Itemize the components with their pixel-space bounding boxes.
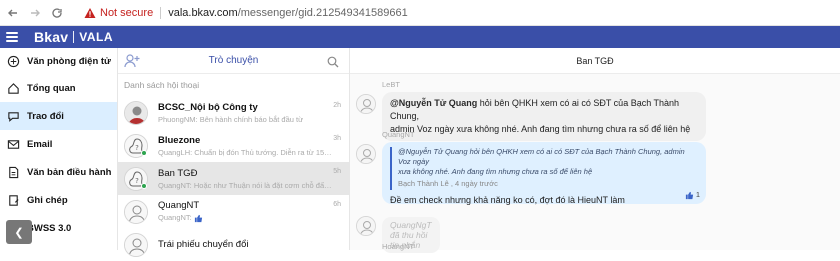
conversation-name: Ban TGĐ bbox=[158, 167, 198, 179]
conversation-item[interactable]: QuangNT QuangNT: 6h bbox=[118, 195, 349, 228]
app-header: Bkav VALA bbox=[0, 26, 840, 48]
sidebar-item-notes[interactable]: Ghi chép bbox=[0, 186, 117, 214]
mention[interactable]: @Nguyễn Tử Quang bbox=[390, 98, 477, 108]
warning-triangle-icon bbox=[84, 7, 96, 18]
home-icon bbox=[6, 81, 20, 95]
avatar bbox=[356, 216, 376, 236]
conversation-name: QuangNT bbox=[158, 200, 200, 212]
sidebar: Văn phòng điện tử Tổng quan Trao đổi Ema… bbox=[0, 48, 118, 250]
security-label: Not secure bbox=[100, 6, 154, 19]
conversation-item[interactable]: Trái phiếu chuyển đổi bbox=[118, 228, 349, 261]
svg-text:?: ? bbox=[135, 177, 139, 185]
product-name: VALA bbox=[79, 30, 114, 44]
chat-title: Ban TGĐ bbox=[350, 48, 840, 74]
conversation-preview: QuangLH: Chuẩn bị đón Thủ tướng. Diễn ra… bbox=[158, 147, 334, 157]
sidebar-item-label: Ghi chép bbox=[27, 194, 68, 206]
mail-icon bbox=[6, 137, 20, 151]
message-list[interactable]: LeBT @Nguyễn Tử Quang hỏi bên QHKH xem c… bbox=[350, 74, 840, 253]
document-icon bbox=[6, 165, 20, 179]
quoted-message[interactable]: @Nguyễn Tử Quang hỏi bên QHKH xem có ai … bbox=[390, 147, 698, 190]
sidebar-item-discussion[interactable]: Trao đổi bbox=[0, 102, 117, 130]
conversation-name: BCSC_Nội bộ Công ty bbox=[158, 101, 258, 113]
message-bubble[interactable]: @Nguyễn Tử Quang hỏi bên QHKH xem có ai … bbox=[382, 92, 706, 142]
sidebar-item-label: Trao đổi bbox=[27, 110, 64, 122]
quoted-text: @Nguyễn Tử Quang hỏi bên QHKH xem có ai … bbox=[398, 147, 685, 167]
conversation-time: 2h bbox=[333, 102, 341, 109]
svg-text:?: ? bbox=[135, 144, 139, 152]
sidebar-item-label: Tổng quan bbox=[27, 82, 76, 94]
brand-name: Bkav bbox=[34, 29, 69, 45]
browser-address-bar: Not secure vala.bkav.com/messenger/gid.2… bbox=[0, 0, 840, 26]
sidebar-item-label: BWSS 3.0 bbox=[27, 222, 72, 234]
sidebar-item-label: Email bbox=[27, 138, 53, 150]
conversation-preview-row: QuangNT: bbox=[158, 213, 334, 223]
sidebar-item-overview[interactable]: Tổng quan bbox=[0, 74, 117, 102]
conversation-header: Trò chuyện bbox=[118, 48, 349, 74]
search-icon[interactable] bbox=[327, 55, 339, 68]
url-field[interactable]: vala.bkav.com/messenger/gid.212549341589… bbox=[168, 7, 408, 19]
url-path: /messenger/gid.212549341589661 bbox=[237, 6, 408, 19]
sidebar-item-label: Văn phòng điện tử bbox=[27, 55, 111, 67]
reaction-badge[interactable]: 1 bbox=[685, 190, 700, 201]
reaction-count: 1 bbox=[695, 190, 700, 200]
conversation-preview: PhuongNM: Bên hành chính báo bắt đầu từ bbox=[158, 114, 304, 124]
quoted-source: Bạch Thành Lê , 4 ngày trước bbox=[398, 179, 498, 189]
message-sender: LeBT bbox=[382, 80, 400, 89]
message-bubble[interactable]: @Nguyễn Tử Quang hỏi bên QHKH xem có ai … bbox=[382, 142, 706, 205]
conversation-item-active[interactable]: ? Ban TGĐ QuangNT: Hoặc như Thuận nói là… bbox=[118, 162, 349, 195]
conversation-name: Trái phiếu chuyển đổi bbox=[158, 239, 249, 250]
thumbs-up-icon bbox=[194, 214, 202, 222]
conversation-item[interactable]: BCSC_Nội bộ Công ty PhuongNM: Bên hành c… bbox=[118, 96, 349, 129]
online-indicator bbox=[141, 150, 147, 156]
avatar bbox=[356, 94, 376, 114]
note-icon bbox=[6, 193, 20, 207]
section-label: Danh sách hội thoại bbox=[124, 80, 200, 90]
url-separator bbox=[160, 6, 162, 19]
conversation-panel: Trò chuyện Danh sách hội thoại BCSC_Nội … bbox=[118, 48, 350, 257]
sidebar-item-email[interactable]: Email bbox=[0, 130, 117, 158]
avatar bbox=[124, 199, 148, 224]
arrow-right-icon[interactable] bbox=[26, 4, 44, 22]
message-text: Đề em check nhưng khả năng ko có, đợt đó… bbox=[390, 194, 625, 205]
thumbs-up-icon bbox=[685, 191, 693, 200]
conversation-time: 3h bbox=[333, 135, 341, 142]
sidebar-item-office[interactable]: Văn phòng điện tử bbox=[0, 48, 117, 74]
sidebar-item-documents[interactable]: Văn bản điều hành bbox=[0, 158, 117, 186]
avatar bbox=[124, 232, 148, 257]
conversation-item[interactable]: ? Bluezone QuangLH: Chuẩn bị đón Thủ tướ… bbox=[118, 129, 349, 162]
add-user-icon[interactable] bbox=[124, 53, 140, 69]
message-sender: QuangNT bbox=[382, 130, 415, 139]
conversation-time: 6h bbox=[333, 201, 341, 208]
hamburger-icon[interactable] bbox=[6, 32, 18, 42]
office-icon bbox=[6, 54, 20, 68]
conversation-preview: QuangNT: Hoặc như Thuận nói là đặt cơm c… bbox=[158, 180, 334, 190]
url-host: vala.bkav.com bbox=[168, 6, 238, 19]
conversation-time: 5h bbox=[333, 168, 341, 175]
brand-logo[interactable]: Bkav VALA bbox=[34, 29, 113, 45]
chevron-left-icon[interactable]: ❮ bbox=[6, 220, 32, 244]
conversation-preview: QuangNT: bbox=[158, 213, 192, 223]
security-indicator[interactable]: Not secure bbox=[84, 7, 153, 19]
chat-panel: Ban TGĐ LeBT @Nguyễn Tử Quang hỏi bên QH… bbox=[350, 48, 840, 253]
sidebar-item-label: Văn bản điều hành bbox=[27, 166, 112, 178]
chat-icon bbox=[6, 109, 20, 123]
arrow-left-icon[interactable] bbox=[4, 4, 22, 22]
quoted-text: xưa không nhé. Anh đang tìm nhưng chưa r… bbox=[398, 167, 593, 177]
conversation-name: Bluezone bbox=[158, 134, 201, 146]
tab-chat[interactable]: Trò chuyện bbox=[118, 55, 349, 66]
online-indicator bbox=[141, 183, 147, 189]
logo-divider bbox=[73, 31, 75, 43]
message-text: admin Voz ngày xưa không nhé. Anh đang t… bbox=[390, 124, 691, 135]
avatar bbox=[356, 144, 376, 164]
reload-icon[interactable] bbox=[48, 4, 66, 22]
avatar bbox=[124, 100, 148, 125]
